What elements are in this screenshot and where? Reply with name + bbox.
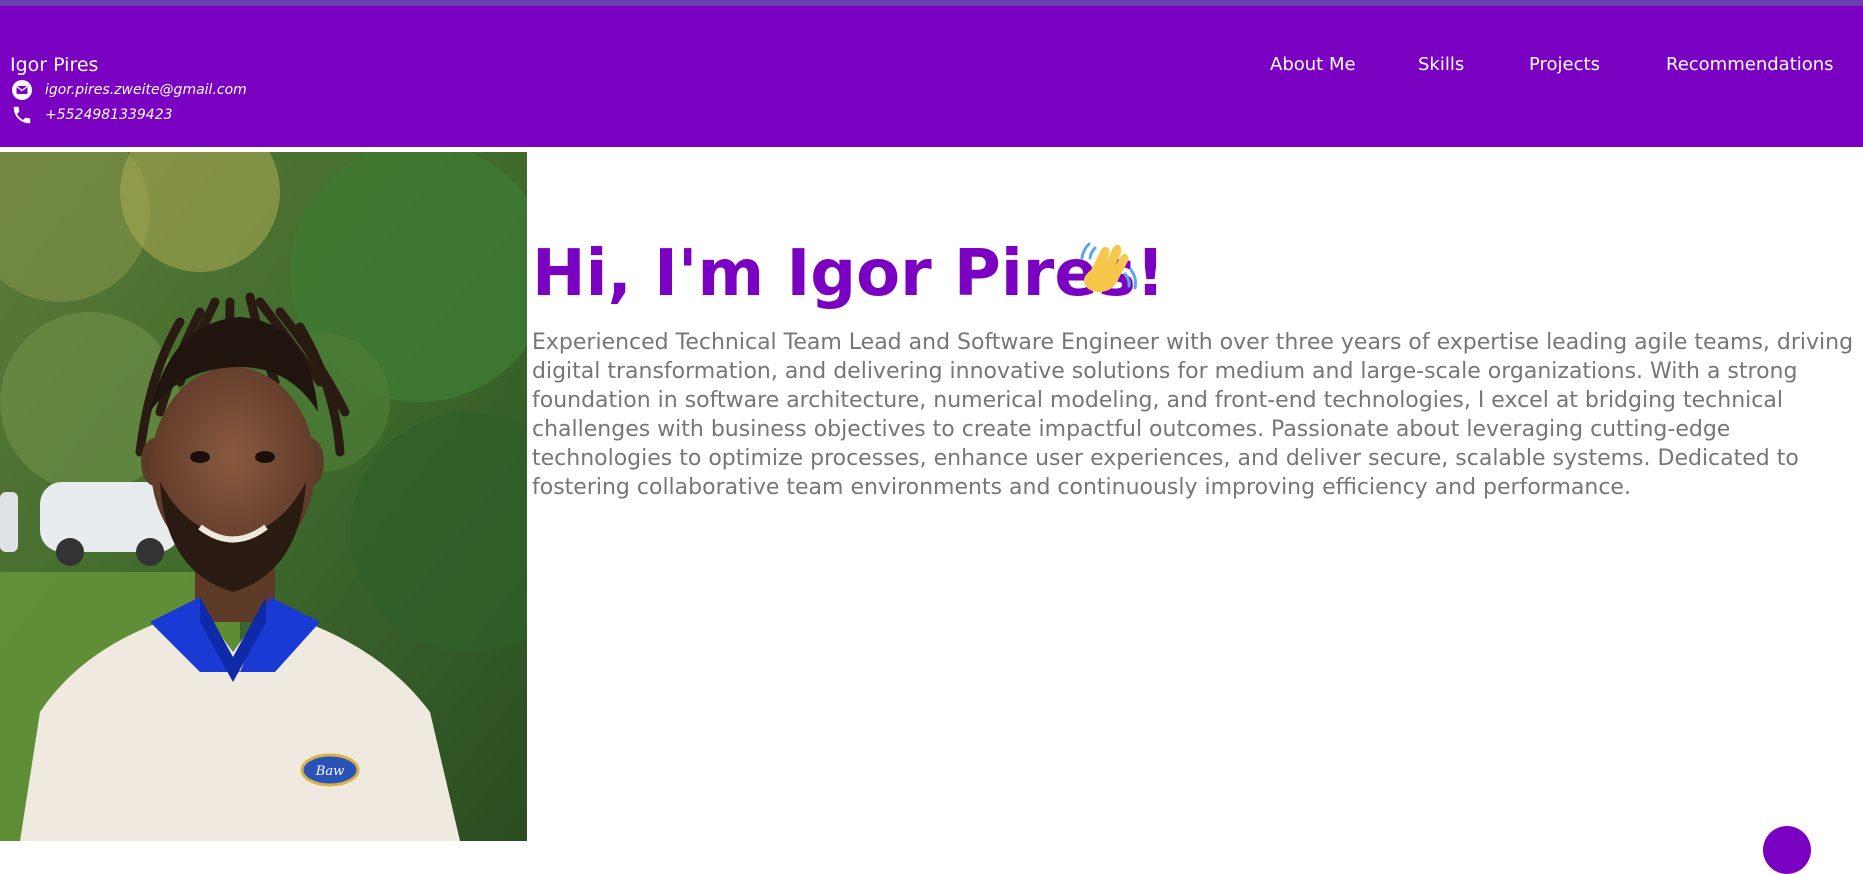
- email-text: igor.pires.zweite@gmail.com: [45, 82, 247, 98]
- email-contact[interactable]: igor.pires.zweite@gmail.com: [10, 78, 247, 102]
- hero-bio: Experienced Technical Team Lead and Soft…: [532, 330, 1854, 500]
- phone-text: +5524981339423: [45, 107, 173, 123]
- phone-icon: [10, 103, 34, 127]
- profile-photo: Baw: [0, 152, 527, 841]
- nav-recommendations[interactable]: Recommendations: [1666, 54, 1834, 75]
- waving-hand-icon: [1075, 236, 1139, 300]
- floating-action-button[interactable]: [1763, 826, 1811, 874]
- nav-projects[interactable]: Projects: [1529, 54, 1600, 75]
- site-header: Igor Pires igor.pires.zweite@gmail.com +…: [0, 6, 1863, 147]
- hero-title: Hi, I'm Igor Pires!: [532, 237, 1165, 311]
- site-owner-name: Igor Pires: [10, 54, 99, 76]
- shirt-badge-text: Baw: [315, 764, 344, 779]
- phone-contact[interactable]: +5524981339423: [10, 103, 173, 127]
- nav-skills[interactable]: Skills: [1418, 54, 1464, 75]
- envelope-icon: [10, 78, 34, 102]
- nav-about-me[interactable]: About Me: [1270, 54, 1356, 75]
